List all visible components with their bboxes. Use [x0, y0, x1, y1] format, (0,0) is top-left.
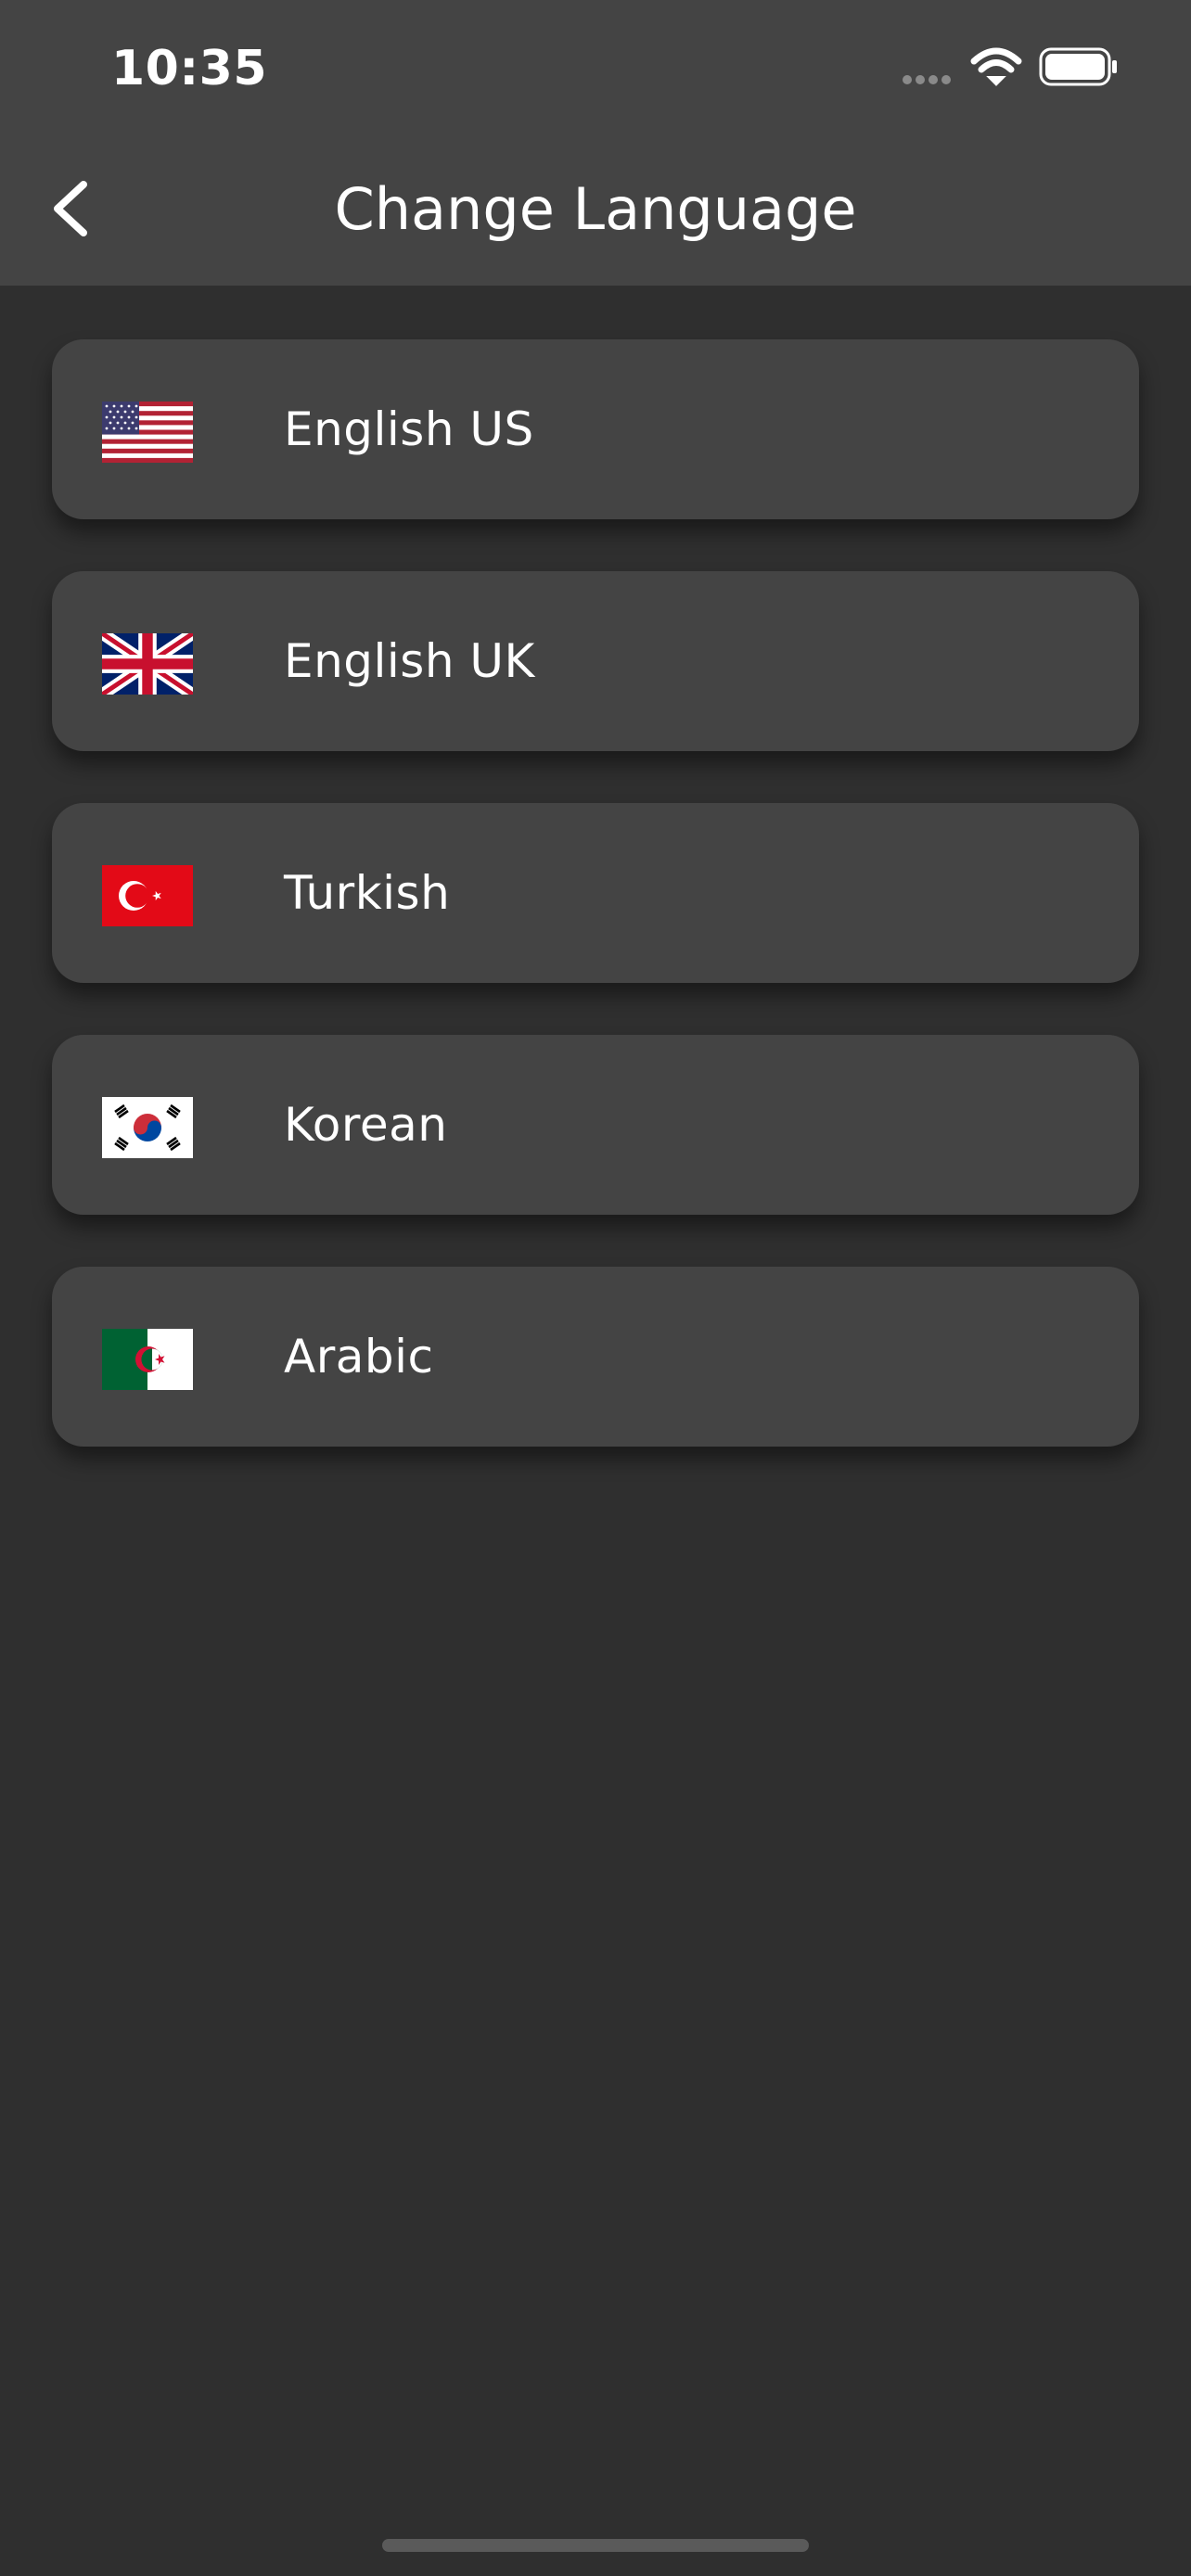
- page-title: Change Language: [334, 175, 857, 243]
- turkey-flag-icon: [102, 865, 193, 926]
- status-icons: [903, 47, 1117, 86]
- korea-flag-icon: [102, 1097, 193, 1158]
- battery-icon: [1039, 47, 1117, 86]
- status-time: 10:35: [111, 41, 268, 96]
- uk-flag-icon: [102, 633, 193, 695]
- cellular-dots-icon: [903, 75, 951, 84]
- language-item-turkish[interactable]: Turkish: [52, 803, 1139, 983]
- language-label: Arabic: [284, 1330, 434, 1384]
- language-item-korean[interactable]: Korean: [52, 1035, 1139, 1215]
- top-bar: 10:35 Change Language: [0, 0, 1191, 286]
- language-label: English UK: [284, 634, 535, 688]
- language-item-english-uk[interactable]: English UK: [52, 571, 1139, 751]
- language-label: Korean: [284, 1098, 448, 1152]
- language-label: English US: [284, 402, 534, 456]
- language-label: Turkish: [284, 866, 451, 920]
- language-item-arabic[interactable]: Arabic: [52, 1267, 1139, 1447]
- wifi-icon: [970, 47, 1022, 86]
- us-flag-icon: [102, 402, 193, 463]
- language-list: English US English UK Turkish Korean Ara…: [52, 339, 1139, 1498]
- home-indicator[interactable]: [382, 2539, 809, 2552]
- language-item-english-us[interactable]: English US: [52, 339, 1139, 519]
- algeria-flag-icon: [102, 1329, 193, 1390]
